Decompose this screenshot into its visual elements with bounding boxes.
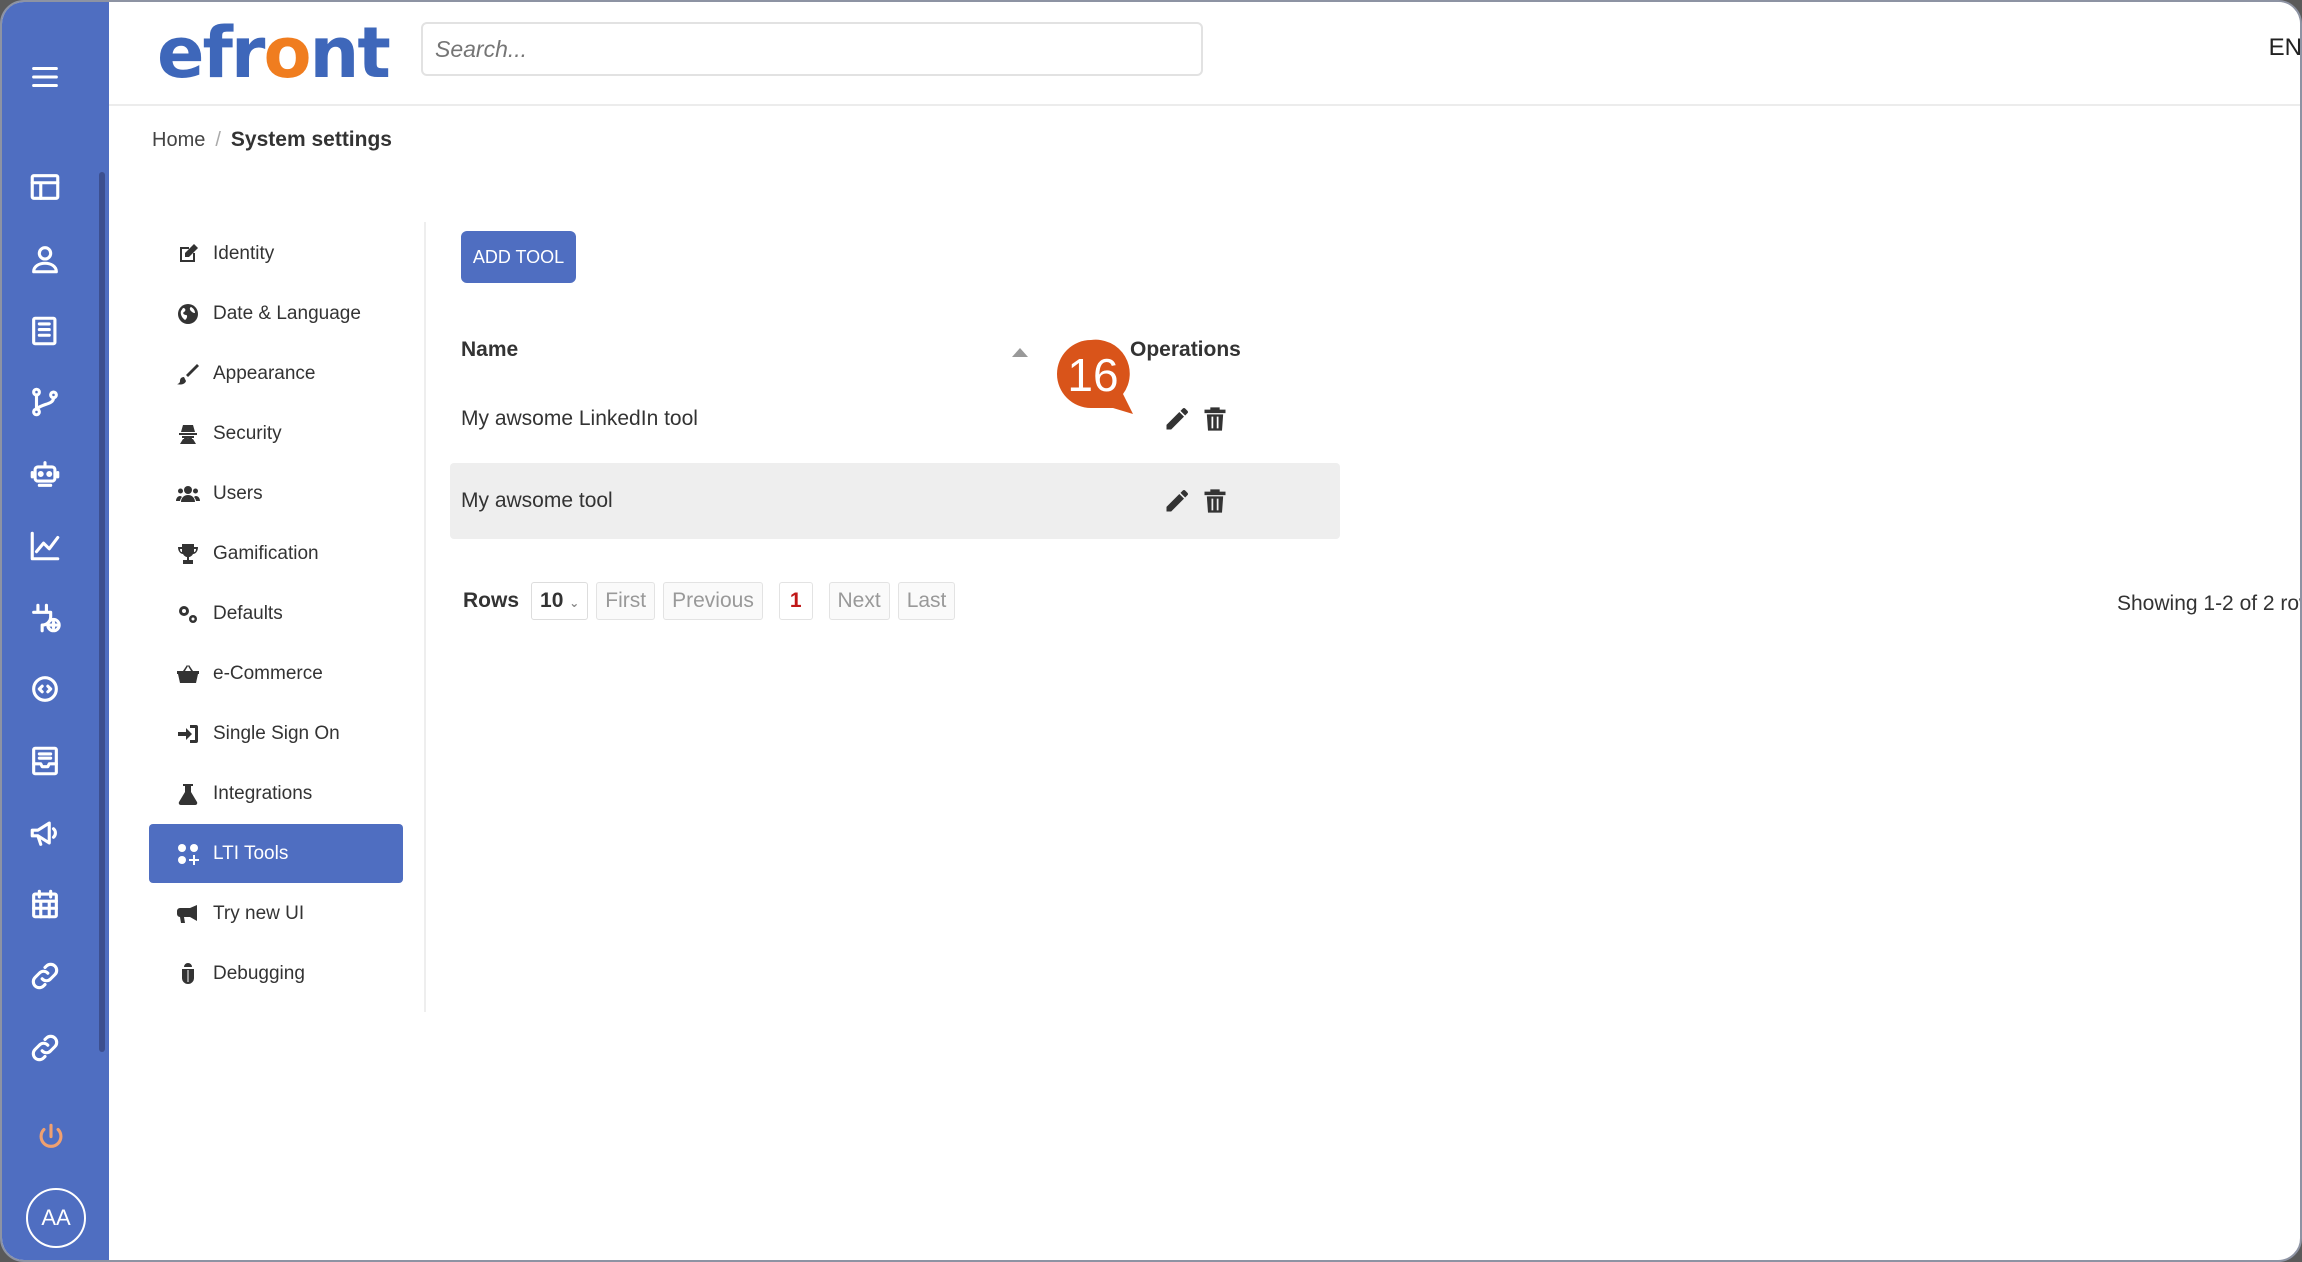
power-icon[interactable] bbox=[30, 1117, 72, 1159]
basket-icon bbox=[175, 661, 201, 687]
sort-asc-icon[interactable] bbox=[1012, 348, 1028, 357]
efront-logo[interactable]: efront bbox=[157, 12, 391, 94]
bullhorn-icon bbox=[175, 901, 201, 927]
previous-page-button[interactable]: Previous bbox=[663, 582, 763, 620]
edit-pencil-icon[interactable] bbox=[1163, 405, 1191, 433]
pagination: Rows 10 ⌄ First Previous 1 Next Last bbox=[463, 582, 956, 620]
menu-item-users[interactable]: Users bbox=[149, 464, 403, 523]
gear-code-icon[interactable] bbox=[24, 668, 66, 710]
rail-scrollbar[interactable] bbox=[99, 172, 105, 1052]
next-page-button[interactable]: Next bbox=[828, 582, 890, 620]
menu-divider bbox=[424, 222, 426, 1012]
breadcrumb-separator: / bbox=[215, 129, 221, 151]
gears-icon bbox=[175, 601, 201, 627]
chart-icon[interactable] bbox=[24, 525, 66, 567]
chevron-down-icon: ⌄ bbox=[569, 596, 580, 610]
megaphone-icon[interactable] bbox=[24, 812, 66, 854]
brush-icon bbox=[175, 361, 201, 387]
trophy-icon bbox=[175, 541, 201, 567]
menu-item-try-new-ui[interactable]: Try new UI bbox=[149, 884, 403, 943]
menu-item-label: LTI Tools bbox=[213, 842, 289, 864]
plug-icon[interactable] bbox=[24, 597, 66, 639]
column-header-operations: Operations bbox=[1130, 338, 1241, 361]
menu-item-label: Identity bbox=[213, 242, 275, 264]
trash-icon[interactable] bbox=[1201, 487, 1229, 515]
menu-icon[interactable] bbox=[24, 56, 66, 98]
menu-item-ecommerce[interactable]: e-Commerce bbox=[149, 644, 403, 703]
globe-icon bbox=[175, 301, 201, 327]
step-callout-number: 16 bbox=[1067, 349, 1119, 401]
menu-item-security[interactable]: Security bbox=[149, 404, 403, 463]
breadcrumb-current: System settings bbox=[230, 128, 392, 151]
menu-item-label: Debugging bbox=[213, 962, 305, 984]
left-rail: AA bbox=[2, 2, 109, 1260]
menu-item-gamification[interactable]: Gamification bbox=[149, 524, 403, 583]
row-operations bbox=[1163, 405, 1229, 433]
first-page-button[interactable]: First bbox=[596, 582, 656, 620]
trash-icon[interactable] bbox=[1201, 405, 1229, 433]
add-tool-button[interactable]: ADD TOOL bbox=[461, 231, 576, 283]
menu-item-debugging[interactable]: Debugging bbox=[149, 944, 403, 1003]
sign-in-icon bbox=[175, 721, 201, 747]
users-icon bbox=[175, 481, 201, 507]
menu-item-integrations[interactable]: Integrations bbox=[149, 764, 403, 823]
robot-icon[interactable] bbox=[24, 453, 66, 495]
bug-icon bbox=[175, 961, 201, 987]
inbox-icon[interactable] bbox=[24, 740, 66, 782]
menu-item-label: Appearance bbox=[213, 362, 316, 384]
settings-menu: Identity Date & Language Appearance Secu… bbox=[149, 224, 403, 1004]
menu-item-label: Gamification bbox=[213, 542, 319, 564]
rows-label: Rows bbox=[463, 589, 520, 612]
last-page-button[interactable]: Last bbox=[897, 582, 956, 620]
rows-per-page-select[interactable]: 10 ⌄ bbox=[531, 582, 589, 620]
menu-item-label: Security bbox=[213, 422, 282, 444]
menu-item-label: Try new UI bbox=[213, 902, 305, 924]
menu-item-label: Single Sign On bbox=[213, 722, 340, 744]
top-header: efront EN bbox=[109, 2, 2300, 106]
menu-item-appearance[interactable]: Appearance bbox=[149, 344, 403, 403]
current-page[interactable]: 1 bbox=[778, 582, 813, 620]
search-input[interactable] bbox=[421, 22, 1203, 76]
showing-rows-text: Showing 1-2 of 2 rows bbox=[2117, 592, 2300, 615]
menu-item-label: e-Commerce bbox=[213, 662, 323, 684]
menu-item-label: Users bbox=[213, 482, 263, 504]
edit-pencil-icon[interactable] bbox=[1163, 487, 1191, 515]
menu-item-label: Defaults bbox=[213, 602, 283, 624]
menu-item-identity[interactable]: Identity bbox=[149, 224, 403, 283]
flask-icon bbox=[175, 781, 201, 807]
avatar[interactable]: AA bbox=[26, 1188, 86, 1248]
apps-plus-icon bbox=[175, 841, 201, 867]
menu-item-date-language[interactable]: Date & Language bbox=[149, 284, 403, 343]
calendar-icon[interactable] bbox=[24, 883, 66, 925]
menu-item-label: Integrations bbox=[213, 782, 313, 804]
menu-item-defaults[interactable]: Defaults bbox=[149, 584, 403, 643]
menu-item-label: Date & Language bbox=[213, 302, 361, 324]
column-header-name[interactable]: Name bbox=[461, 338, 518, 362]
language-selector[interactable]: EN bbox=[2269, 34, 2300, 62]
edit-icon bbox=[175, 241, 201, 267]
link-icon[interactable] bbox=[24, 1027, 66, 1069]
menu-item-lti-tools[interactable]: LTI Tools bbox=[149, 824, 403, 883]
breadcrumb: Home / System settings bbox=[152, 128, 392, 152]
table-row: My awsome tool bbox=[450, 463, 1340, 539]
spy-icon bbox=[175, 421, 201, 447]
app-window: AA efront EN Home / System settings Iden… bbox=[0, 0, 2302, 1262]
link-icon[interactable] bbox=[24, 955, 66, 997]
menu-item-single-sign-on[interactable]: Single Sign On bbox=[149, 704, 403, 763]
dashboard-icon[interactable] bbox=[24, 166, 66, 208]
book-icon[interactable] bbox=[24, 310, 66, 352]
branches-icon[interactable] bbox=[24, 381, 66, 423]
table-row: My awsome LinkedIn tool bbox=[450, 381, 1340, 457]
user-icon[interactable] bbox=[24, 238, 66, 280]
breadcrumb-home[interactable]: Home bbox=[152, 129, 205, 152]
tool-name: My awsome tool bbox=[461, 489, 613, 512]
row-operations bbox=[1163, 487, 1229, 515]
tool-name: My awsome LinkedIn tool bbox=[461, 407, 698, 430]
